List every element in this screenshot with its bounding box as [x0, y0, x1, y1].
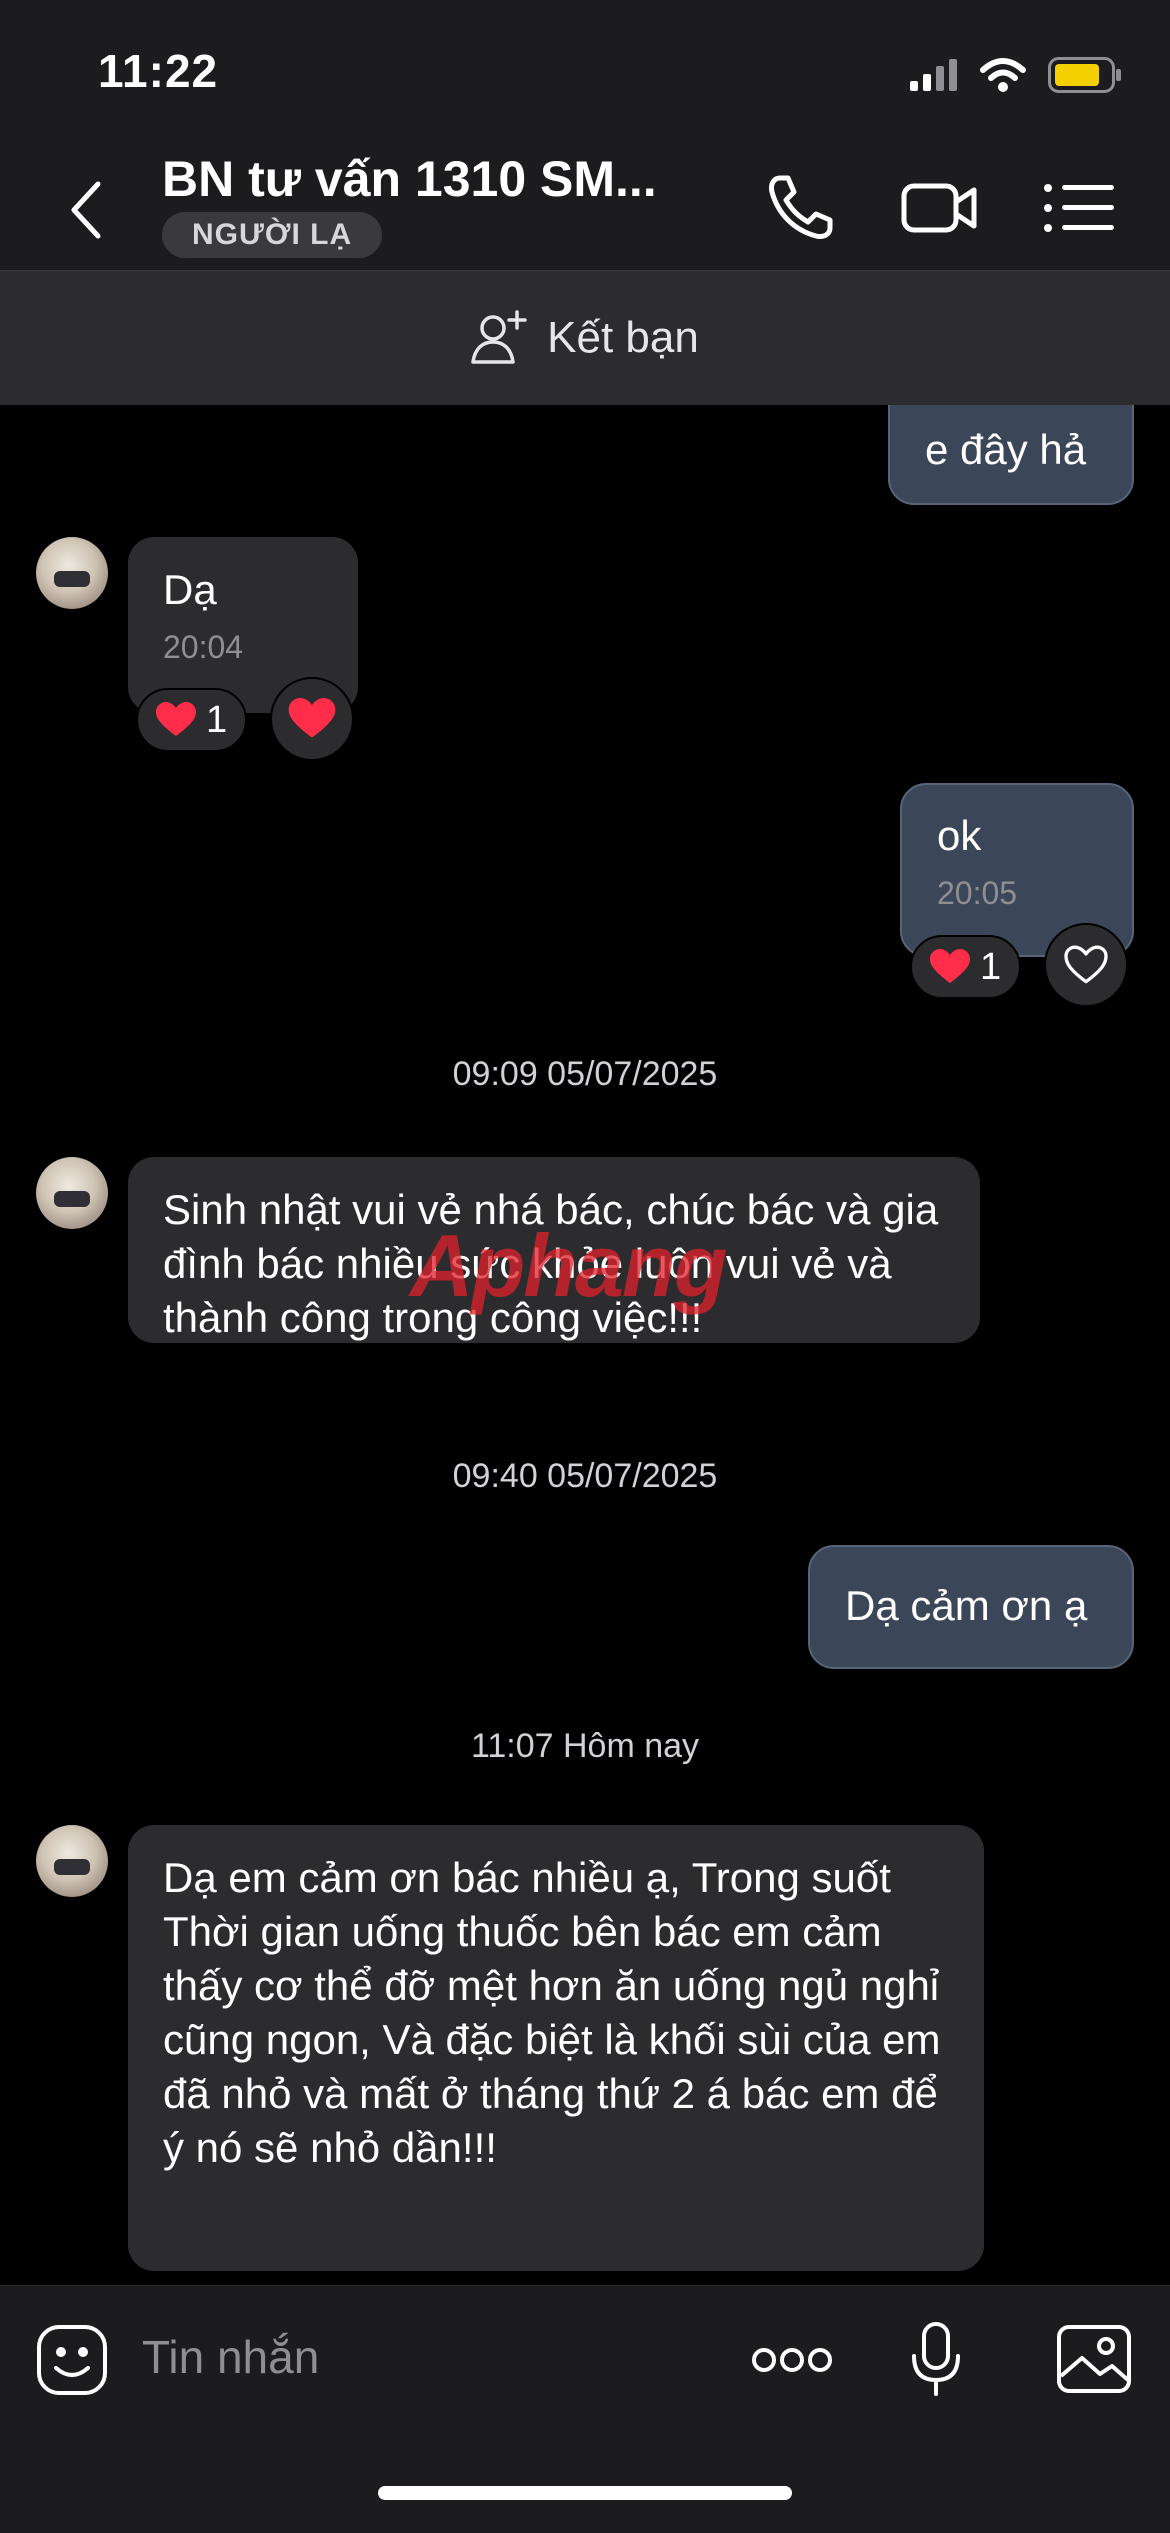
status-icons — [910, 52, 1122, 98]
message-text: e đây hả — [925, 426, 1087, 473]
gallery-icon[interactable] — [1056, 2324, 1132, 2394]
message-time: 20:05 — [937, 875, 1018, 911]
avatar[interactable] — [36, 1157, 108, 1229]
back-icon[interactable] — [66, 180, 106, 240]
message-time: 20:04 — [163, 629, 244, 665]
chat-title[interactable]: BN tư vấn 1310 SM... — [162, 150, 657, 208]
react-button[interactable] — [270, 677, 354, 761]
heart-icon — [930, 949, 970, 983]
react-button[interactable] — [1044, 923, 1128, 1007]
message-bubble-incoming[interactable]: Dạ em cảm ơn bác nhiều ạ, Trong suốt Thờ… — [128, 1825, 984, 2271]
signal-icon — [910, 59, 957, 91]
message-text: Dạ em cảm ơn bác nhiều ạ, Trong suốt Thờ… — [163, 1854, 941, 2171]
status-bar: 11:22 — [0, 0, 1170, 140]
reaction-count: 1 — [980, 945, 1002, 988]
message-bubble-incoming[interactable]: Sinh nhật vui vẻ nhá bác, chúc bác và gi… — [128, 1157, 980, 1343]
message-text: ok — [937, 812, 982, 859]
avatar[interactable] — [36, 537, 108, 609]
add-friend-label: Kết bạn — [547, 313, 699, 362]
reaction-count: 1 — [206, 698, 228, 741]
message-input[interactable]: Tin nhắn — [142, 2330, 319, 2384]
message-list[interactable]: e đây hả Dạ 20:04 1 ok 20:05 1 09:09 05/… — [0, 405, 1170, 2285]
add-friend-icon — [471, 310, 527, 364]
home-indicator[interactable] — [378, 2486, 792, 2500]
wifi-icon — [980, 58, 1026, 92]
date-separator: 09:09 05/07/2025 — [452, 1055, 718, 1093]
video-call-icon[interactable] — [900, 170, 980, 246]
heart-icon — [156, 702, 196, 736]
stranger-badge: NGƯỜI LẠ — [162, 212, 383, 258]
reaction-summary[interactable]: 1 — [136, 688, 248, 752]
heart-outline-icon — [1064, 945, 1108, 984]
message-bubble-outgoing[interactable]: e đây hả — [888, 405, 1134, 505]
emoji-icon[interactable] — [36, 2324, 108, 2396]
heart-icon — [288, 698, 336, 738]
reaction-summary[interactable]: 1 — [910, 935, 1022, 999]
phone-icon[interactable] — [762, 170, 842, 246]
message-text: Dạ cảm ơn ạ — [845, 1582, 1088, 1629]
menu-icon[interactable] — [1040, 170, 1120, 246]
avatar[interactable] — [36, 1825, 108, 1897]
status-time: 11:22 — [98, 45, 219, 97]
date-separator: 11:07 Hôm nay — [470, 1727, 700, 1765]
message-text: Sinh nhật vui vẻ nhá bác, chúc bác và gi… — [163, 1186, 939, 1341]
date-separator: 09:40 05/07/2025 — [452, 1457, 718, 1495]
battery-icon — [1048, 57, 1121, 93]
add-friend-button[interactable]: Kết bạn — [0, 271, 1170, 405]
chat-header: BN tư vấn 1310 SM... NGƯỜI LẠ — [0, 140, 1170, 271]
message-text: Dạ — [163, 566, 217, 613]
message-bubble-outgoing[interactable]: Dạ cảm ơn ạ — [808, 1545, 1134, 1669]
microphone-icon[interactable] — [906, 2320, 966, 2400]
more-icon[interactable] — [750, 2344, 834, 2376]
